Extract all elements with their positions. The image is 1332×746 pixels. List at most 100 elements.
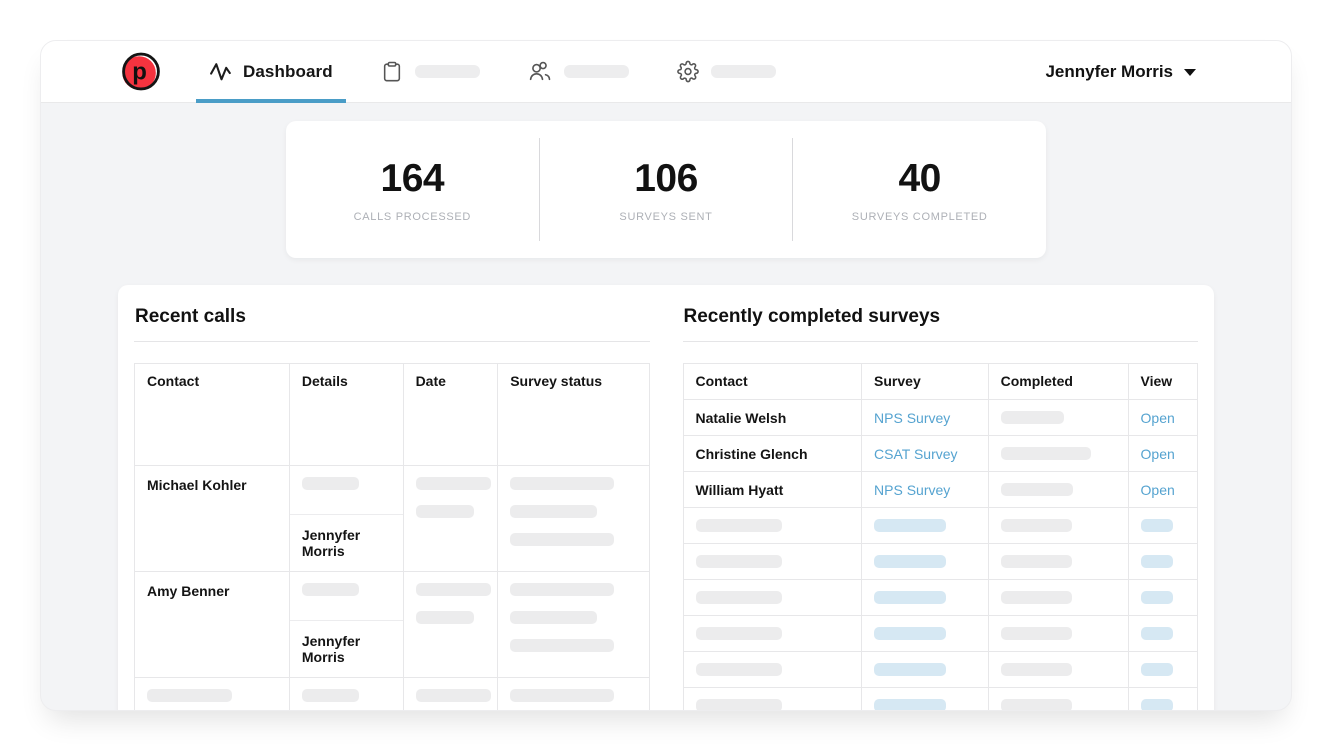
open-link[interactable]: Open: [1141, 482, 1175, 498]
survey-link-cell: NPS Survey: [862, 400, 989, 436]
app-window: p Dashboard: [40, 40, 1292, 711]
redacted-date: [416, 477, 491, 490]
call-agent: Jennyfer Morris: [290, 621, 403, 677]
redacted-status: [510, 639, 614, 652]
column-header: Contact: [135, 364, 290, 466]
user-menu[interactable]: Jennyfer Morris: [1045, 62, 1196, 82]
table-row: [135, 678, 650, 712]
call-survey-status: [498, 572, 649, 678]
stat-value: 164: [286, 157, 539, 201]
top-nav: p Dashboard: [41, 41, 1291, 103]
survey-link-cell: NPS Survey: [862, 472, 989, 508]
call-details: Jennyfer Morris: [289, 572, 403, 678]
redacted-open-link: [1141, 663, 1173, 676]
table-row: [683, 616, 1198, 652]
redacted-completed: [1001, 519, 1072, 532]
redacted-date: [416, 505, 474, 518]
survey-link[interactable]: CSAT Survey: [874, 446, 958, 462]
redacted-completed: [1001, 627, 1072, 640]
tab-placeholder-label: [711, 65, 776, 78]
redacted-open-link: [1141, 591, 1173, 604]
redacted-completed: [1001, 555, 1072, 568]
recent-calls-title: Recent calls: [134, 306, 650, 342]
redacted-survey-link: [874, 627, 946, 640]
redacted-contact: [696, 591, 782, 604]
table-row: [683, 508, 1198, 544]
user-name: Jennyfer Morris: [1045, 62, 1173, 82]
survey-contact: Natalie Welsh: [683, 400, 862, 436]
redacted-date: [416, 611, 474, 624]
survey-link[interactable]: NPS Survey: [874, 482, 950, 498]
call-contact: [135, 678, 290, 712]
open-link[interactable]: Open: [1141, 446, 1175, 462]
column-header: Date: [403, 364, 498, 466]
dashboard-content: 164 CALLS PROCESSED 106 SURVEYS SENT 40 …: [41, 103, 1291, 711]
redacted-completed: [1001, 411, 1064, 424]
column-header: View: [1128, 364, 1197, 400]
column-header: Details: [289, 364, 403, 466]
survey-view-cell: Open: [1128, 472, 1197, 508]
call-contact: Amy Benner: [135, 572, 290, 678]
redacted-contact: [147, 689, 232, 702]
table-row: Christine Glench CSAT Survey Open: [683, 436, 1198, 472]
call-date: [403, 678, 498, 712]
stat-value: 40: [793, 157, 1046, 201]
table-row: William Hyatt NPS Survey Open: [683, 472, 1198, 508]
redacted-status: [510, 477, 614, 490]
stat-label: CALLS PROCESSED: [286, 211, 539, 223]
redacted-date: [416, 583, 491, 596]
survey-link-cell: CSAT Survey: [862, 436, 989, 472]
redacted-contact: [696, 699, 782, 711]
recent-calls-table: Contact Details Date Survey status Micha…: [134, 363, 650, 711]
clipboard-icon: [381, 60, 403, 83]
table-row: [683, 688, 1198, 712]
redacted-completed: [1001, 447, 1091, 460]
redacted-open-link: [1141, 555, 1173, 568]
survey-completed: [988, 400, 1128, 436]
survey-completed: [988, 472, 1128, 508]
redacted-status: [510, 533, 614, 546]
survey-link[interactable]: NPS Survey: [874, 410, 950, 426]
completed-surveys-title: Recently completed surveys: [683, 306, 1199, 342]
redacted-detail: [302, 583, 359, 596]
tab-placeholder-contacts[interactable]: [515, 41, 642, 103]
call-agent: Jennyfer Morris: [290, 515, 403, 571]
redacted-completed: [1001, 483, 1073, 496]
survey-completed: [988, 436, 1128, 472]
tab-placeholder-settings[interactable]: [664, 41, 789, 103]
tab-dashboard[interactable]: Dashboard: [196, 41, 346, 103]
completed-surveys-table: Contact Survey Completed View Natalie We…: [683, 363, 1199, 711]
column-header: Survey status: [498, 364, 649, 466]
redacted-survey-link: [874, 591, 946, 604]
column-header: Completed: [988, 364, 1128, 400]
redacted-survey-link: [874, 519, 946, 532]
tab-placeholder-notes[interactable]: [368, 41, 493, 103]
redacted-contact: [696, 555, 782, 568]
column-header: Survey: [862, 364, 989, 400]
gear-icon: [677, 60, 699, 83]
main-card: Recent calls Contact Details Date Survey…: [118, 285, 1214, 711]
table-row: Michael Kohler Jennyfer Morris: [135, 466, 650, 572]
stat-label: SURVEYS SENT: [540, 211, 793, 223]
logo-icon: p: [119, 50, 163, 94]
svg-text:p: p: [132, 58, 147, 85]
redacted-completed: [1001, 591, 1072, 604]
table-row: [683, 544, 1198, 580]
survey-view-cell: Open: [1128, 436, 1197, 472]
redacted-contact: [696, 627, 782, 640]
redacted-survey-link: [874, 555, 946, 568]
redacted-status: [510, 689, 614, 702]
recent-calls-section: Recent calls Contact Details Date Survey…: [134, 306, 650, 711]
open-link[interactable]: Open: [1141, 410, 1175, 426]
survey-contact: William Hyatt: [683, 472, 862, 508]
redacted-open-link: [1141, 627, 1173, 640]
redacted-completed: [1001, 663, 1072, 676]
tab-dashboard-label: Dashboard: [243, 62, 333, 82]
column-header: Contact: [683, 364, 862, 400]
redacted-contact: [696, 519, 782, 532]
redacted-open-link: [1141, 519, 1173, 532]
redacted-date: [416, 689, 491, 702]
redacted-survey-link: [874, 663, 946, 676]
brand-logo[interactable]: p: [119, 50, 163, 94]
redacted-contact: [696, 663, 782, 676]
